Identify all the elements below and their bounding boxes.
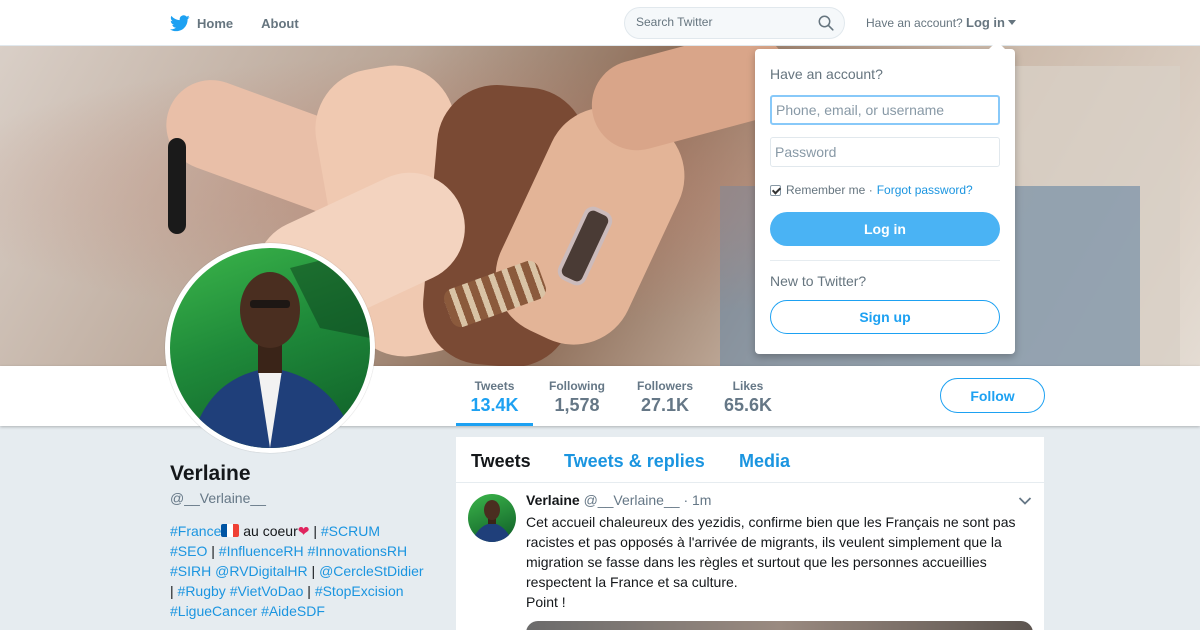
tweet-avatar-portrait	[472, 500, 512, 542]
search-box[interactable]	[624, 7, 845, 39]
bio-separator: |	[170, 583, 178, 599]
follow-button[interactable]: Follow	[940, 378, 1045, 413]
stat-followers[interactable]: Followers 27.1K	[629, 366, 701, 426]
signup-button[interactable]: Sign up	[770, 300, 1000, 334]
tab-tweets-replies[interactable]: Tweets & replies	[564, 451, 705, 472]
profile-avatar[interactable]	[165, 243, 375, 453]
caret-down-icon	[1008, 20, 1016, 25]
avatar-image	[170, 248, 370, 448]
dropdown-divider	[770, 260, 1000, 261]
bio-separator: |	[207, 543, 219, 559]
tweet-author-handle[interactable]: @__Verlaine__	[584, 492, 680, 508]
nav-about-link[interactable]: About	[261, 16, 299, 31]
bio-hashtag[interactable]: #InfluenceRH	[219, 543, 304, 559]
stat-label: Tweets	[474, 379, 515, 393]
tweet-header: Verlaine @__Verlaine__ · 1m	[526, 492, 711, 508]
login-dropdown: Have an account? Remember me · Forgot pa…	[755, 41, 1015, 354]
banner-bracelet	[168, 138, 186, 234]
bio-separator: |	[307, 563, 320, 579]
stat-label: Following	[549, 379, 605, 393]
search-icon[interactable]	[818, 15, 834, 31]
profile-name: Verlaine	[170, 462, 251, 485]
tab-tweets[interactable]: Tweets	[471, 451, 531, 472]
stat-tweets[interactable]: Tweets 13.4K	[456, 366, 533, 426]
nav-home-label: Home	[197, 15, 234, 31]
stat-value: 65.6K	[723, 395, 773, 415]
bio-hashtag[interactable]: #SCRUM	[321, 523, 380, 539]
profile-handle: @__Verlaine__	[170, 490, 266, 506]
top-navigation: Home About Have an account? Log in	[0, 0, 1200, 46]
stat-value: 27.1K	[640, 395, 690, 415]
twitter-bird-icon	[170, 14, 190, 31]
search-input[interactable]	[636, 15, 806, 29]
chevron-down-icon[interactable]	[1018, 496, 1032, 506]
bio-hashtag[interactable]: #InnovationsRH	[308, 543, 408, 559]
heart-icon: ❤	[297, 523, 310, 539]
bio-hashtag[interactable]: #SEO	[170, 543, 207, 559]
dropdown-title: Have an account?	[770, 66, 883, 82]
stat-value: 13.4K	[470, 395, 519, 415]
bio-separator: |	[303, 583, 315, 599]
password-field[interactable]	[770, 137, 1000, 167]
tweet-timestamp[interactable]: · 1m	[683, 492, 711, 508]
bio-mention[interactable]: @RVDigitalHR	[215, 563, 308, 579]
stat-label: Likes	[732, 379, 764, 393]
bio-hashtag[interactable]: #SIRH	[170, 563, 211, 579]
nav-home-link[interactable]: Home	[170, 14, 234, 32]
bio-hashtag[interactable]: #France	[170, 523, 221, 539]
bio-hashtag[interactable]: #Rugby	[178, 583, 226, 599]
bio-hashtag[interactable]: #VietVoDao	[230, 583, 304, 599]
stat-following[interactable]: Following 1,578	[541, 366, 613, 426]
tweet-avatar[interactable]	[468, 494, 516, 542]
remember-label[interactable]: Remember me ·	[786, 183, 873, 197]
stat-likes[interactable]: Likes 65.6K	[718, 366, 778, 426]
nav-left: Home About	[170, 0, 299, 46]
avatar-portrait	[190, 248, 370, 448]
timeline: Tweets Tweets & replies Media Verlaine @…	[456, 437, 1044, 630]
bio-hashtag[interactable]: #AideSDF	[261, 603, 325, 619]
tweet-author-name[interactable]: Verlaine	[526, 492, 580, 508]
tab-media[interactable]: Media	[739, 451, 790, 472]
login-toggle-label: Log in	[966, 15, 1005, 30]
timeline-tabs: Tweets Tweets & replies Media	[456, 437, 1044, 483]
remember-checkbox[interactable]	[770, 184, 781, 196]
login-button[interactable]: Log in	[770, 212, 1000, 246]
stat-value: 1,578	[554, 395, 600, 415]
have-account-text: Have an account?	[866, 16, 963, 30]
tweet-text: Cet accueil chaleureux des yezidis, conf…	[526, 514, 1016, 610]
forgot-password-link[interactable]: Forgot password?	[877, 183, 973, 197]
new-to-twitter-text: New to Twitter?	[770, 273, 867, 289]
bio-hashtag[interactable]: #LigueCancer	[170, 603, 257, 619]
stat-label: Followers	[636, 379, 693, 393]
bio-separator: |	[309, 523, 321, 539]
bio-hashtag[interactable]: #StopExcision	[315, 583, 404, 599]
profile-bio: #France au coeur❤ | #SCRUM #SEO | #Influ…	[170, 521, 440, 621]
france-flag-icon	[221, 524, 240, 537]
login-dropdown-toggle[interactable]: Log in	[966, 15, 1016, 30]
remember-row: Remember me · Forgot password?	[770, 183, 973, 197]
bio-text: au coeur	[239, 523, 298, 539]
tweet-media[interactable]	[526, 621, 1033, 630]
bio-mention[interactable]: @CercleStDidier	[319, 563, 423, 579]
username-field[interactable]	[770, 95, 1000, 125]
